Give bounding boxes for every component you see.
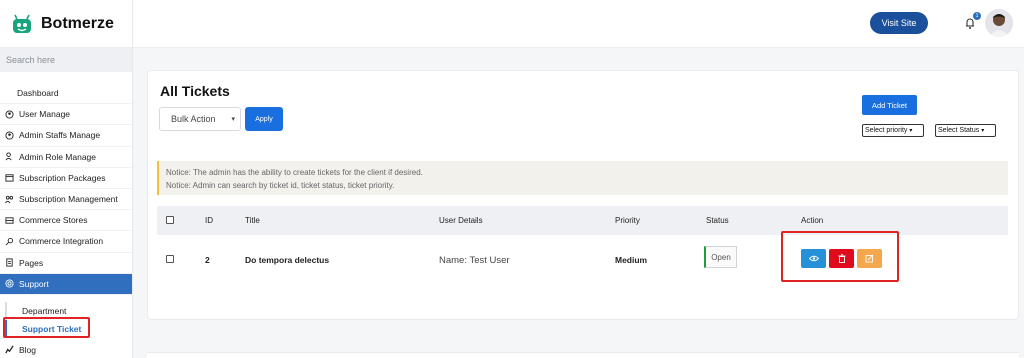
- sidebar-item-user-manage[interactable]: User Manage: [0, 104, 132, 126]
- footer-strip: [147, 352, 1019, 358]
- notice-line: Notice: Admin can search by ticket id, t…: [166, 181, 395, 190]
- row-checkbox[interactable]: [166, 255, 174, 263]
- plug-icon: [5, 237, 14, 246]
- ticket-title[interactable]: Do tempora delectus: [245, 255, 329, 265]
- user-circle-icon: [5, 131, 14, 140]
- sidebar-item-dashboard[interactable]: Dashboard: [0, 83, 132, 105]
- status-filter-value: Select Status: [938, 127, 980, 134]
- sidebar: Botmerze Search here Dashboard User Mana…: [0, 0, 133, 358]
- sidebar-item-label: Support: [19, 278, 49, 289]
- sidebar-item-label: Admin Staffs Manage: [19, 130, 101, 141]
- select-all-checkbox[interactable]: [166, 216, 174, 224]
- sidebar-item-label: Blog: [19, 344, 37, 355]
- sidebar-item-label: Subscription Packages: [19, 172, 106, 183]
- sidebar-item-label: Subscription Management: [19, 194, 118, 205]
- column-header-title: Title: [245, 216, 260, 225]
- user-circle-icon: [5, 110, 14, 119]
- column-header-id: ID: [205, 216, 213, 225]
- ticket-id: 2: [205, 255, 210, 265]
- sidebar-item-commerce-integration[interactable]: Commerce Integration: [0, 231, 132, 253]
- store-icon: [5, 216, 14, 225]
- sidebar-item-blog[interactable]: Blog: [0, 340, 132, 358]
- notification-badge: 1: [973, 12, 981, 20]
- search-input[interactable]: Search here: [0, 48, 132, 72]
- column-header-user-details: User Details: [439, 216, 483, 225]
- sidebar-item-label: Admin Role Manage: [19, 151, 97, 162]
- status-filter-select[interactable]: Select Status ▾: [935, 124, 996, 137]
- brand-name: Botmerze: [41, 14, 114, 32]
- sidebar-item-label: Pages: [19, 257, 44, 268]
- notice-box: Notice: The admin has the ability to cre…: [157, 161, 1008, 195]
- blog-icon: [5, 345, 14, 354]
- apply-button[interactable]: Apply: [245, 107, 283, 131]
- user-key-icon: [5, 152, 14, 161]
- sidebar-item-subscription-management[interactable]: Subscription Management: [0, 189, 132, 211]
- sidebar-item-admin-role[interactable]: Admin Role Manage: [0, 147, 132, 168]
- sidebar-item-commerce-stores[interactable]: Commerce Stores: [0, 210, 132, 232]
- highlight-box: [3, 317, 90, 338]
- topbar: Visit Site 1: [133, 0, 1024, 48]
- brand[interactable]: Botmerze: [0, 0, 132, 48]
- chevron-down-icon: ▾: [909, 128, 913, 134]
- ticket-user-details: Name: Test User: [439, 255, 510, 266]
- users-icon: [5, 195, 14, 204]
- robot-logo-icon: [11, 13, 33, 35]
- column-header-action: Action: [801, 216, 824, 225]
- sidebar-item-label: Commerce Stores: [19, 215, 88, 226]
- ticket-priority: Medium: [615, 255, 648, 265]
- package-icon: [5, 173, 14, 182]
- chevron-down-icon: ▾: [981, 128, 985, 134]
- bulk-action-value: Bulk Action: [171, 114, 216, 124]
- tickets-card: All Tickets Bulk Action ▾ Apply Add Tick…: [147, 70, 1019, 320]
- notice-line: Notice: The admin has the ability to cre…: [166, 168, 423, 177]
- column-header-status: Status: [706, 216, 729, 225]
- sidebar-item-support[interactable]: Support: [0, 273, 132, 295]
- priority-filter-value: Select priority: [865, 127, 908, 134]
- priority-filter-select[interactable]: Select priority ▾: [862, 124, 924, 137]
- sidebar-item-pages[interactable]: Pages: [0, 253, 132, 274]
- sidebar-item-label: Commerce Integration: [19, 236, 104, 247]
- visit-site-button[interactable]: Visit Site: [870, 12, 928, 34]
- highlight-box: [781, 231, 899, 282]
- page-icon: [5, 258, 14, 267]
- avatar[interactable]: [985, 9, 1013, 37]
- sidebar-item-label: Dashboard: [17, 88, 59, 99]
- bulk-action-select[interactable]: Bulk Action ▾: [159, 107, 241, 131]
- sidebar-item-subscription-packages[interactable]: Subscription Packages: [0, 168, 132, 189]
- support-icon: [5, 279, 14, 288]
- column-header-priority: Priority: [615, 216, 640, 225]
- page-title: All Tickets: [160, 83, 230, 99]
- chevron-down-icon: ▾: [231, 116, 235, 123]
- add-ticket-button[interactable]: Add Ticket: [862, 95, 917, 115]
- status-badge: Open: [704, 246, 737, 268]
- sidebar-item-admin-staffs[interactable]: Admin Staffs Manage: [0, 125, 132, 147]
- sidebar-item-label: User Manage: [19, 109, 71, 120]
